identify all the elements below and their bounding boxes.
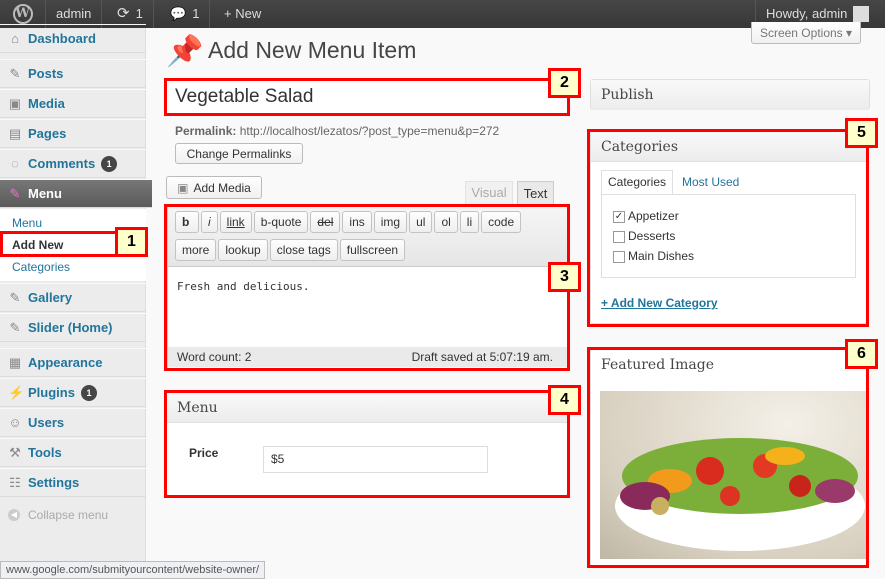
pin-icon: ✎ — [9, 319, 21, 335]
sidebar-item-label: Comments — [28, 156, 96, 171]
sidebar-item-menu[interactable]: ✎ Menu — [0, 179, 152, 208]
comment-icon: ◌ — [11, 155, 19, 171]
comments-count: 1 — [192, 6, 200, 21]
callout-frame-6 — [587, 347, 869, 568]
comments-link[interactable]: 💬 1 — [160, 0, 211, 28]
sidebar-item-media[interactable]: ▣ Media — [0, 89, 146, 118]
sidebar-item-users[interactable]: ☺ Users — [0, 408, 146, 437]
callout-frame-3 — [164, 204, 570, 371]
sidebar-item-label: Tools — [28, 445, 62, 460]
media-icon: ▣ — [8, 95, 22, 111]
permalink: Permalink: http://localhost/lezatos/?pos… — [175, 124, 499, 138]
pin-icon: ✎ — [9, 185, 21, 201]
callout-frame-5 — [587, 129, 869, 327]
screen-options-label: Screen Options — [759, 25, 843, 40]
permalink-url[interactable]: http://localhost/lezatos/?post_type=menu… — [240, 124, 500, 138]
pin-icon: ✎ — [9, 289, 21, 305]
settings-icon: ☷ — [9, 474, 21, 490]
comment-icon: 💬 — [170, 6, 187, 21]
change-permalinks-button[interactable]: Change Permalinks — [175, 143, 303, 164]
sidebar-item-label: Media — [28, 96, 65, 111]
sidebar-item-label: Users — [28, 415, 65, 430]
callout-5: 5 — [845, 118, 878, 148]
tab-visual[interactable]: Visual — [465, 181, 513, 205]
plugins-badge: 1 — [80, 384, 97, 401]
collapse-menu-button[interactable]: ◀ Collapse menu — [8, 508, 108, 522]
home-icon: ⌂ — [11, 30, 19, 46]
sidebar-item-pages[interactable]: ▤ Pages — [0, 119, 146, 148]
pages-icon: ▤ — [8, 125, 22, 141]
callout-6: 6 — [845, 339, 878, 369]
comments-badge: 1 — [101, 155, 118, 172]
avatar — [853, 6, 870, 22]
tools-icon: ⚒ — [9, 444, 21, 460]
collapse-label: Collapse menu — [28, 508, 109, 522]
new-label: + New — [224, 6, 262, 21]
appearance-icon: ▦ — [8, 354, 22, 370]
callout-1: 1 — [115, 227, 148, 257]
callout-2: 2 — [548, 68, 581, 98]
sidebar-item-gallery[interactable]: ✎ Gallery — [0, 283, 146, 312]
sidebar-item-label: Appearance — [28, 355, 103, 370]
callout-frame-2 — [164, 78, 570, 116]
sidebar-item-label: Gallery — [28, 290, 73, 305]
callout-3: 3 — [548, 262, 581, 292]
sidebar-item-label: Posts — [28, 66, 64, 81]
screen-options-button[interactable]: Screen Options ▾ — [751, 22, 861, 44]
permalink-label: Permalink: — [175, 124, 237, 138]
plugin-icon: ⚡ — [8, 384, 25, 400]
sidebar-item-label: Slider (Home) — [28, 320, 113, 335]
publish-title[interactable]: Publish — [591, 80, 869, 110]
sidebar-item-label: Menu — [28, 186, 62, 201]
sidebar-item-appearance[interactable]: ▦ Appearance — [0, 348, 146, 377]
page-title: Add New Menu Item — [208, 37, 417, 63]
publish-box: Publish — [590, 79, 870, 110]
pin-icon: 📌 — [166, 35, 204, 68]
add-media-button[interactable]: ▣ Add Media — [166, 176, 262, 199]
callout-frame-4 — [164, 390, 570, 498]
submenu-item-menu[interactable]: Menu — [12, 216, 42, 230]
sidebar-item-label: Pages — [28, 126, 67, 141]
admin-sidebar: ⌂ Dashboard ✎ Posts ▣ Media ▤ Pages ◌ Comment… — [0, 24, 152, 579]
users-icon: ☺ — [8, 414, 22, 430]
submenu-item-categories[interactable]: Categories — [12, 260, 70, 274]
new-content-link[interactable]: + New — [214, 0, 271, 28]
sidebar-item-dashboard[interactable]: ⌂ Dashboard — [0, 24, 146, 53]
sidebar-item-slider[interactable]: ✎ Slider (Home) — [0, 313, 146, 342]
sidebar-item-label: Settings — [28, 475, 80, 490]
callout-4: 4 — [548, 385, 581, 415]
sidebar-item-comments[interactable]: ◌ Comments 1 — [0, 149, 146, 178]
media-icon: ▣ — [177, 180, 189, 195]
sidebar-item-posts[interactable]: ✎ Posts — [0, 59, 146, 88]
sidebar-item-plugins[interactable]: ⚡ Plugins 1 — [0, 378, 146, 407]
callout-frame-1 — [0, 231, 118, 257]
sidebar-item-tools[interactable]: ⚒ Tools — [0, 438, 146, 467]
collapse-icon: ◀ — [8, 509, 20, 521]
sidebar-item-settings[interactable]: ☷ Settings — [0, 468, 146, 497]
sidebar-item-label: Plugins — [28, 385, 75, 400]
sidebar-item-label: Dashboard — [28, 31, 96, 46]
pin-icon: ✎ — [9, 65, 21, 81]
browser-status-url: www.google.com/submityourcontent/website… — [0, 561, 266, 579]
add-media-label: Add Media — [193, 180, 251, 195]
